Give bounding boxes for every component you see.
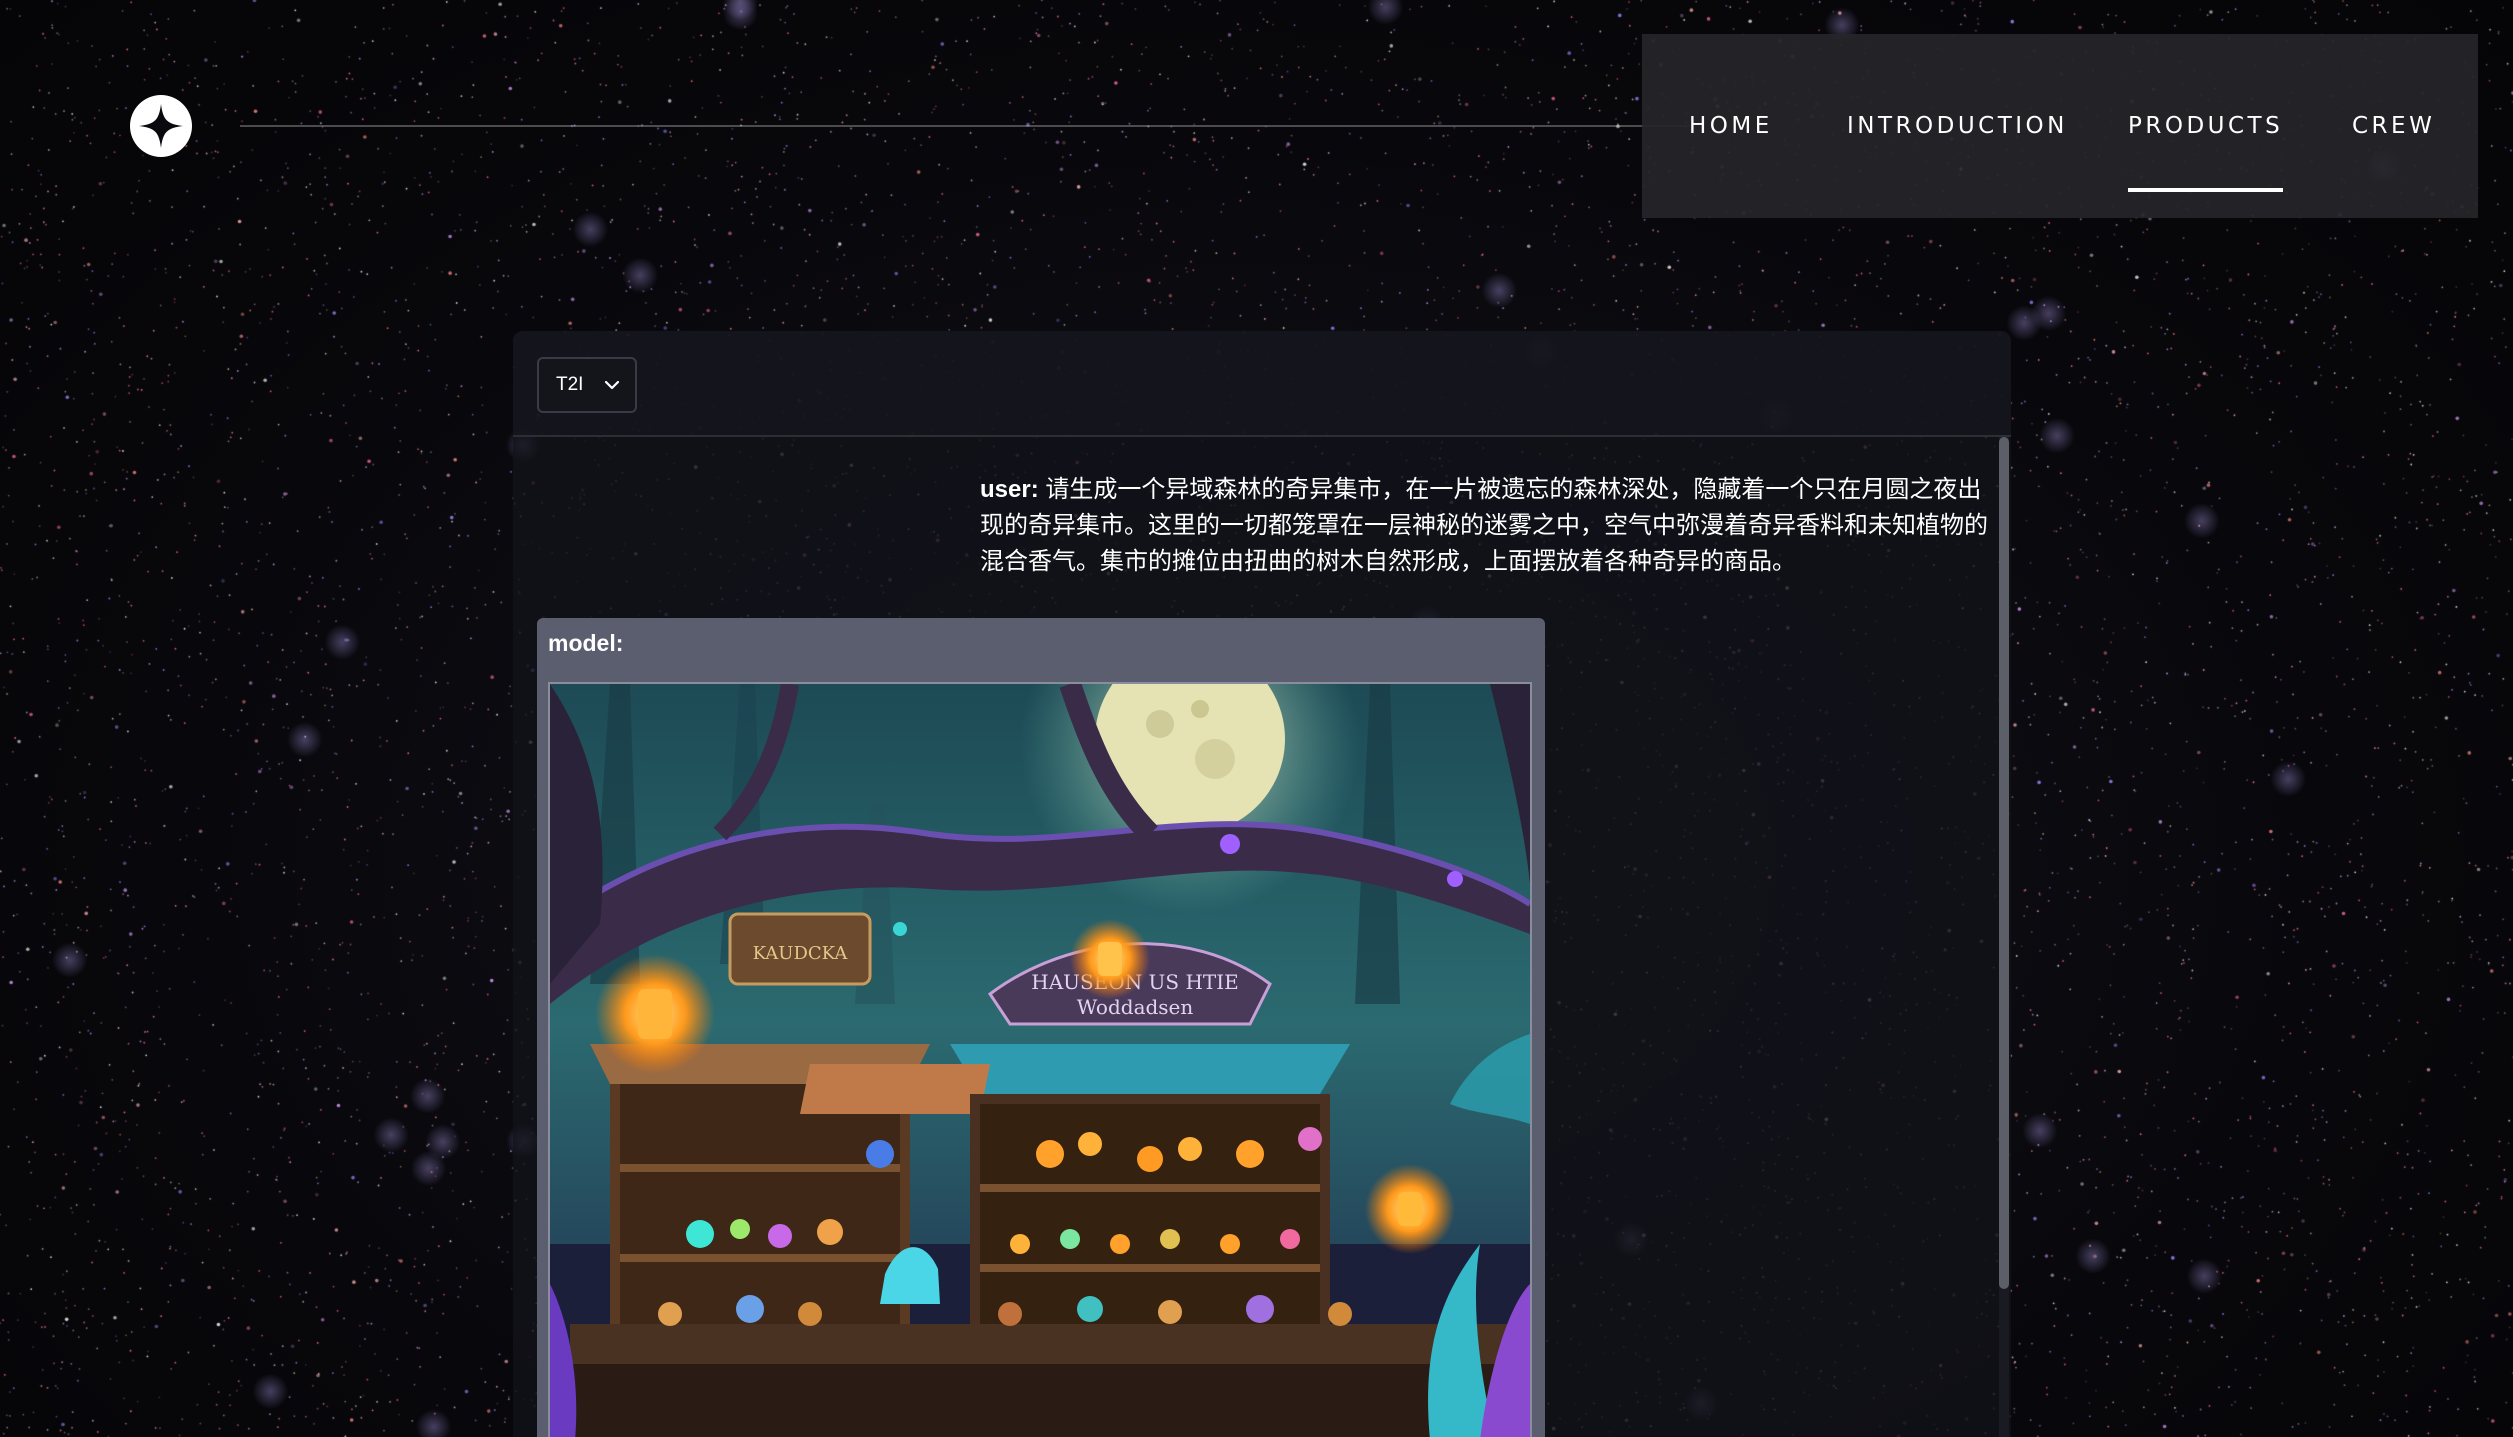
- nav-crew[interactable]: CREW: [2352, 34, 2435, 218]
- user-message: user: 请生成一个异域森林的奇异集市，在一片被遗忘的森林深处，隐藏着一个只在…: [980, 472, 1990, 580]
- active-tab-indicator: [2128, 188, 2284, 192]
- mode-select[interactable]: T2I: [537, 357, 637, 413]
- four-point-star-icon: [139, 104, 183, 148]
- user-message-text: 请生成一个异域森林的奇异集市，在一片被遗忘的森林深处，隐藏着一个只在月圆之夜出现…: [980, 476, 1988, 575]
- logo[interactable]: [130, 95, 192, 157]
- nav-introduction-label: INTRODUCTION: [1847, 113, 2068, 139]
- nav-products-label: PRODUCTS: [2128, 113, 2284, 139]
- chevron-down-icon: [604, 380, 620, 390]
- right-stall-sign-2: Woddadsen: [1077, 995, 1194, 1019]
- main-nav: HOME INTRODUCTION PRODUCTS CREW: [1642, 34, 2478, 218]
- nav-products[interactable]: PRODUCTS: [2128, 34, 2284, 218]
- scrollbar-thumb[interactable]: [1999, 437, 2009, 1289]
- forest-market-illustration: KAUDCKA HAUSEON US HTIE Woddadsen: [550, 684, 1530, 1437]
- model-message: model: KAUDCKA US HTIE Woddadsen: [537, 618, 1545, 1437]
- nav-introduction[interactable]: INTRODUCTION: [1847, 34, 2068, 218]
- generated-image[interactable]: KAUDCKA HAUSEON US HTIE Woddadsen: [548, 682, 1532, 1437]
- left-stall-sign: KAUDCKA: [753, 943, 849, 964]
- nav-crew-label: CREW: [2352, 113, 2436, 139]
- nav-home-label: HOME: [1689, 113, 1773, 139]
- panel-toolbar: T2I: [513, 331, 2011, 437]
- chat-panel: T2I user: 请生成一个异域森林的奇异集市，在一片被遗忘的森林深处，隐藏着…: [513, 331, 2011, 1437]
- page: HOME INTRODUCTION PRODUCTS CREW T2I user…: [0, 0, 2513, 1437]
- header-divider-line: [240, 125, 1690, 127]
- user-label: user:: [980, 476, 1039, 503]
- mode-select-value: T2I: [556, 374, 584, 395]
- nav-home[interactable]: HOME: [1689, 34, 1773, 218]
- chat-scrollbar[interactable]: [1999, 437, 2009, 1437]
- model-label: model:: [548, 630, 624, 656]
